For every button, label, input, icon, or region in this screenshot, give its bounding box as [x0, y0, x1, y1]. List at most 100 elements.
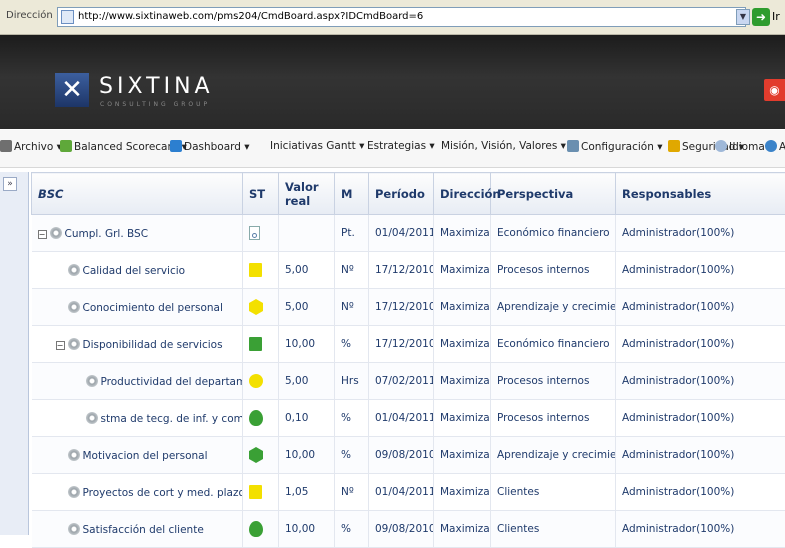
- indicator-name[interactable]: Proyectos de cort y med. plazo: [83, 487, 243, 499]
- indicator-gear-icon: [68, 523, 80, 535]
- table-row[interactable]: −Cumpl. Grl. BSCPt.01/04/2011MaximizarEc…: [32, 215, 785, 252]
- unit-cell: Nº: [335, 289, 369, 326]
- menu-item[interactable]: Balanced Scorecard ▾: [60, 140, 187, 153]
- configuration-icon: [567, 140, 579, 152]
- status-cell: [243, 252, 279, 289]
- indicator-name-cell[interactable]: − Cumpl. Grl. BSC: [32, 215, 243, 252]
- address-label: Dirección: [6, 10, 53, 21]
- period-cell: 09/08/2010: [369, 511, 434, 548]
- indicator-name[interactable]: Motivacion del personal: [83, 450, 208, 462]
- table-row[interactable]: Satisfacción del cliente10,00%09/08/2010…: [32, 511, 785, 548]
- period-cell: 01/04/2011: [369, 215, 434, 252]
- indicator-name[interactable]: Satisfacción del cliente: [83, 524, 204, 536]
- table-row[interactable]: Productividad del departamento5,00Hrs07/…: [32, 363, 785, 400]
- scorecard-icon: [60, 140, 72, 152]
- menu-item-label: Iniciativas Gantt ▾: [270, 140, 364, 152]
- collapse-toggle-icon[interactable]: −: [56, 341, 65, 350]
- menu-item[interactable]: Dashboard ▾: [170, 140, 250, 153]
- indicator-name[interactable]: stma de tecg. de inf. y com.: [101, 413, 243, 425]
- menu-item[interactable]: Ay: [765, 140, 785, 153]
- column-header[interactable]: Dirección: [434, 173, 491, 215]
- menu-item[interactable]: Configuración ▾: [567, 140, 662, 153]
- table-row[interactable]: stma de tecg. de inf. y com.0,10%01/04/2…: [32, 400, 785, 437]
- expand-sidebar-button[interactable]: »: [3, 177, 17, 191]
- status-cell: [243, 363, 279, 400]
- column-header[interactable]: Responsables: [616, 173, 785, 215]
- address-input[interactable]: http://www.sixtinaweb.com/pms204/CmdBoar…: [57, 7, 746, 27]
- indicator-name[interactable]: Disponibilidad de servicios: [83, 339, 223, 351]
- owner-cell: Administrador(100%): [616, 474, 785, 511]
- period-cell: 09/08/2010: [369, 437, 434, 474]
- status-cell: [243, 437, 279, 474]
- indicator-gear-icon: [50, 227, 62, 239]
- unit-cell: %: [335, 437, 369, 474]
- period-cell: 17/12/2010: [369, 326, 434, 363]
- menu-item[interactable]: Iniciativas Gantt ▾: [270, 140, 364, 152]
- indicator-name-cell[interactable]: Proyectos de cort y med. plazo: [32, 474, 243, 511]
- column-header[interactable]: BSC: [32, 173, 243, 215]
- collapse-toggle-icon[interactable]: −: [38, 230, 47, 239]
- direction-cell: Maximizar: [434, 437, 491, 474]
- period-cell: 01/04/2011: [369, 400, 434, 437]
- indicator-name-cell[interactable]: Satisfacción del cliente: [32, 511, 243, 548]
- value-cell: 1,05: [279, 474, 335, 511]
- value-cell: 5,00: [279, 252, 335, 289]
- status-square-icon: [249, 337, 262, 351]
- direction-cell: Maximizar: [434, 252, 491, 289]
- column-header[interactable]: Período: [369, 173, 434, 215]
- menu-item[interactable]: Archivo ▾: [0, 140, 62, 153]
- owner-cell: Administrador(100%): [616, 289, 785, 326]
- indicator-name-cell[interactable]: Conocimiento del personal: [32, 289, 243, 326]
- owner-cell: Administrador(100%): [616, 511, 785, 548]
- period-cell: 17/12/2010: [369, 289, 434, 326]
- table-row[interactable]: Calidad del servicio5,00Nº17/12/2010Maxi…: [32, 252, 785, 289]
- indicator-name-cell[interactable]: − Disponibilidad de servicios: [32, 326, 243, 363]
- indicator-name[interactable]: Calidad del servicio: [83, 265, 186, 277]
- column-header[interactable]: M: [335, 173, 369, 215]
- indicator-name-cell[interactable]: Calidad del servicio: [32, 252, 243, 289]
- status-cell: [243, 400, 279, 437]
- table-row[interactable]: Motivacion del personal 10,00%09/08/2010M…: [32, 437, 785, 474]
- table-row[interactable]: −Disponibilidad de servicios10,00%17/12/…: [32, 326, 785, 363]
- menu-item-label: Estrategias ▾: [367, 140, 435, 152]
- column-header[interactable]: Perspectiva: [491, 173, 616, 215]
- address-bar: Dirección http://www.sixtinaweb.com/pms2…: [0, 0, 785, 35]
- value-cell: 10,00: [279, 511, 335, 548]
- go-arrow-icon[interactable]: ➜: [752, 8, 770, 26]
- owner-cell: Administrador(100%): [616, 252, 785, 289]
- table-row[interactable]: Conocimiento del personal 5,00Nº17/12/201…: [32, 289, 785, 326]
- perspective-cell: Económico financiero: [491, 326, 616, 363]
- address-url[interactable]: http://www.sixtinaweb.com/pms204/CmdBoar…: [78, 11, 423, 22]
- go-button[interactable]: Ir: [772, 10, 780, 23]
- period-cell: 07/02/2011: [369, 363, 434, 400]
- status-square-icon: [249, 485, 262, 499]
- value-cell: 10,00: [279, 326, 335, 363]
- menu-item[interactable]: Estrategias ▾: [367, 140, 435, 152]
- period-cell: 17/12/2010: [369, 252, 434, 289]
- indicator-name-cell[interactable]: stma de tecg. de inf. y com.: [32, 400, 243, 437]
- indicator-name[interactable]: Cumpl. Grl. BSC: [65, 228, 149, 240]
- direction-cell: Maximizar: [434, 326, 491, 363]
- help-icon: [765, 140, 777, 152]
- status-cell: [243, 326, 279, 363]
- owner-cell: Administrador(100%): [616, 215, 785, 252]
- indicator-name-cell[interactable]: Motivacion del personal: [32, 437, 243, 474]
- value-cell: 5,00: [279, 289, 335, 326]
- indicator-name-cell[interactable]: Productividad del departamento: [32, 363, 243, 400]
- table-row[interactable]: Proyectos de cort y med. plazo1,05Nº01/0…: [32, 474, 785, 511]
- column-header[interactable]: ST: [243, 173, 279, 215]
- value-cell: 10,00: [279, 437, 335, 474]
- column-header[interactable]: Valor real: [279, 173, 335, 215]
- status-leaf-icon: [249, 410, 263, 426]
- indicator-name[interactable]: Conocimiento del personal: [83, 302, 223, 314]
- rss-feed-icon[interactable]: ◉: [764, 79, 785, 101]
- address-dropdown-icon[interactable]: ▼: [736, 9, 750, 25]
- direction-cell: Maximizar: [434, 363, 491, 400]
- indicator-name[interactable]: Productividad del departamento: [101, 376, 243, 388]
- status-hex-icon: [249, 447, 263, 463]
- status-doc-icon: [249, 226, 260, 240]
- perspective-cell: Clientes: [491, 511, 616, 548]
- menu-item-label: Archivo ▾: [14, 141, 62, 153]
- menu-item[interactable]: Misión, Visión, Valores ▾: [441, 140, 566, 152]
- perspective-cell: Procesos internos: [491, 400, 616, 437]
